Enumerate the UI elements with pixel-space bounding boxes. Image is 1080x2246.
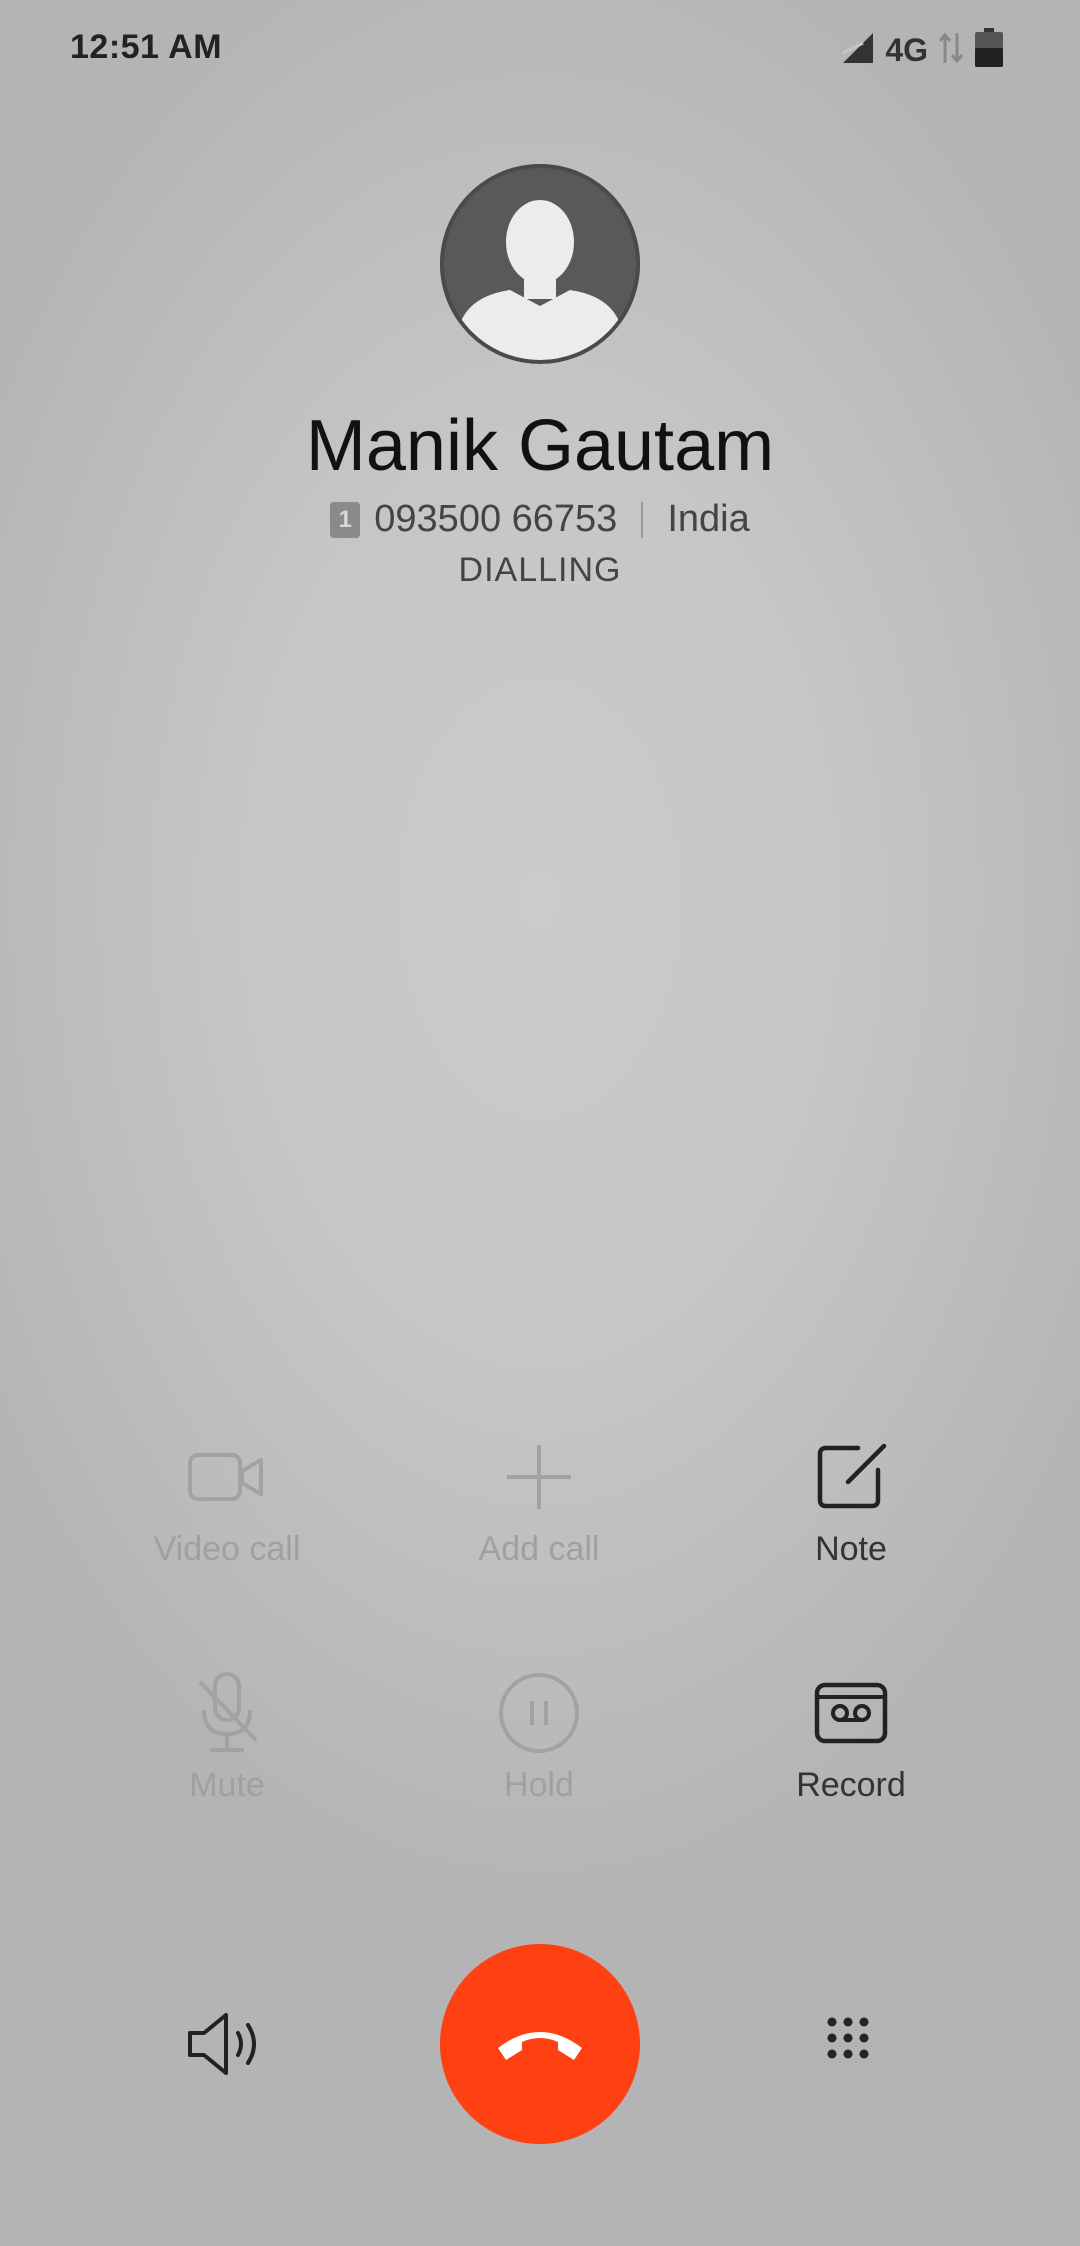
avatar: [440, 164, 640, 364]
speaker-icon: [188, 2013, 256, 2075]
speaker-button[interactable]: [180, 1998, 272, 2090]
hold-button[interactable]: Hold: [389, 1668, 689, 1805]
video-call-label: Video call: [153, 1530, 301, 1568]
status-time: 12:51 AM: [70, 28, 223, 66]
battery-icon: [974, 27, 1004, 73]
mute-label: Mute: [189, 1766, 265, 1804]
note-label: Note: [815, 1530, 887, 1568]
phone-number: 093500 66753: [374, 498, 618, 540]
sim-badge-icon: 1: [330, 501, 361, 538]
plus-icon: [389, 1432, 689, 1522]
mic-off-icon: [77, 1668, 377, 1758]
pause-icon: [389, 1668, 689, 1758]
number-line: 1 093500 66753 India: [0, 498, 1080, 541]
status-icons: 4G: [841, 27, 1004, 73]
call-state: DIALLING: [458, 551, 622, 589]
hold-label: Hold: [504, 1766, 574, 1804]
video-camera-icon: [77, 1432, 377, 1522]
note-button[interactable]: Note: [701, 1432, 1001, 1569]
add-call-button[interactable]: Add call: [389, 1432, 689, 1569]
cassette-icon: [701, 1668, 1001, 1758]
record-button[interactable]: Record: [701, 1668, 1001, 1805]
data-arrows-icon: [938, 31, 964, 70]
contact-name: Manik Gautam: [305, 406, 775, 486]
video-call-button[interactable]: Video call: [77, 1432, 377, 1569]
separator: [641, 501, 644, 538]
status-bar: 12:51 AM 4G: [0, 0, 1080, 100]
person-silhouette-icon: [440, 164, 640, 364]
signal-icon: [841, 31, 875, 70]
add-call-label: Add call: [478, 1530, 600, 1568]
dialpad-icon: [827, 2017, 869, 2059]
network-type: 4G: [885, 31, 928, 68]
location: India: [667, 498, 750, 540]
end-call-icon: [498, 2032, 582, 2060]
end-call-button[interactable]: [440, 1944, 640, 2144]
record-label: Record: [796, 1766, 906, 1804]
dialpad-button[interactable]: [808, 1998, 900, 2090]
mute-button[interactable]: Mute: [77, 1668, 377, 1805]
note-edit-icon: [701, 1432, 1001, 1522]
